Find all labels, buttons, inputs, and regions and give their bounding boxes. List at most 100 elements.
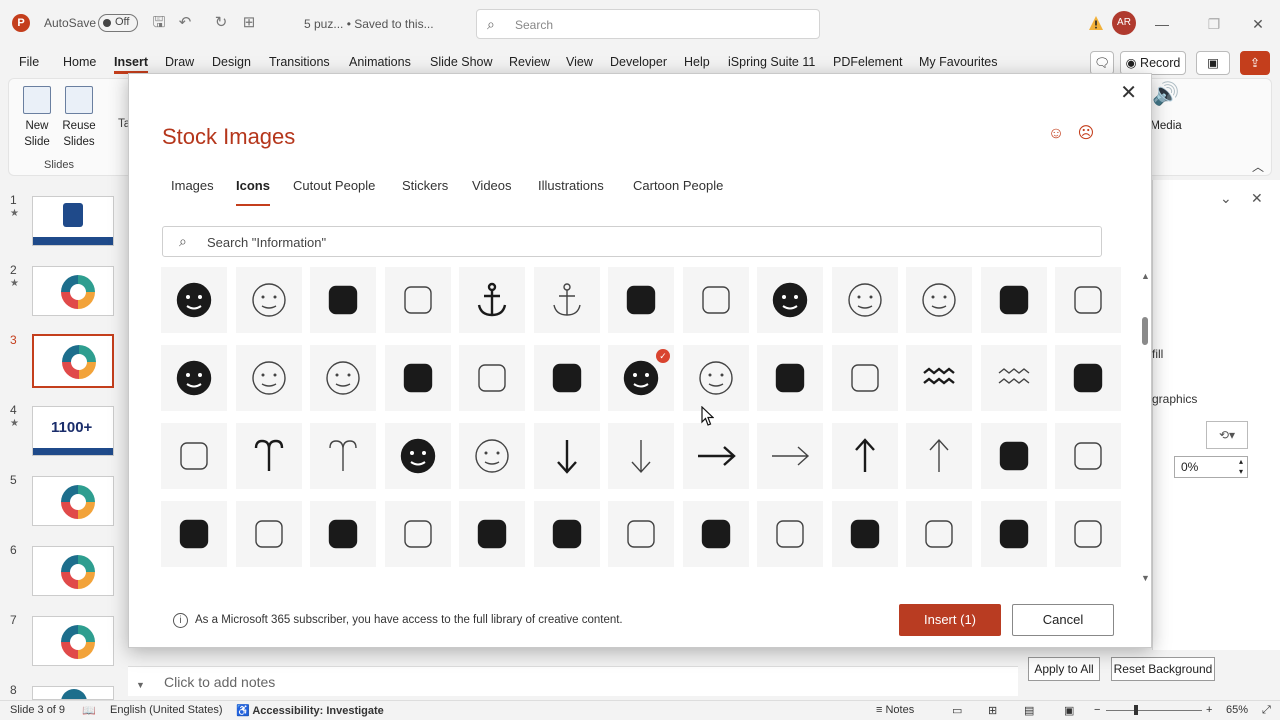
pagoda-filled-icon[interactable] <box>533 501 600 567</box>
refresh-arrows-outline-icon[interactable] <box>459 423 525 489</box>
ambulance-outline-icon[interactable] <box>384 267 451 333</box>
ant-outline-icon[interactable] <box>459 345 525 411</box>
frown-feedback-icon[interactable]: ☹ <box>1077 125 1095 143</box>
zoom-slider[interactable] <box>1106 710 1202 711</box>
close-window-icon[interactable]: ✕ <box>1248 14 1268 34</box>
reset-background-button[interactable]: Reset Background <box>1111 657 1215 681</box>
apple-outline-icon[interactable] <box>831 345 898 411</box>
menu-transitions[interactable]: Transitions <box>269 55 330 69</box>
language-status[interactable]: English (United States) <box>110 704 223 716</box>
bee-hand-outline-icon[interactable] <box>682 267 749 333</box>
zoom-level[interactable]: 65% <box>1226 704 1248 716</box>
arrow-right-filled-icon[interactable] <box>682 423 749 489</box>
bee-hand-filled-icon[interactable] <box>608 267 674 333</box>
pane-collapse-icon[interactable]: ⌄ <box>1220 190 1232 207</box>
ai-head-outline-icon[interactable] <box>1055 423 1121 489</box>
sad-face-outline-icon[interactable] <box>235 345 302 411</box>
artist-male-outline-icon[interactable] <box>384 501 451 567</box>
angry-face-filled-icon[interactable] <box>161 345 227 411</box>
menu-design[interactable]: Design <box>212 55 251 69</box>
zoom-in-icon[interactable]: + <box>1206 704 1212 716</box>
anchor-outline-icon[interactable] <box>533 267 600 333</box>
button-filled-icon[interactable] <box>161 267 227 333</box>
save-icon[interactable]: 🖫 <box>150 14 168 32</box>
architect-drawing-filled-icon[interactable] <box>1055 345 1121 411</box>
menu-animations[interactable]: Animations <box>349 55 411 69</box>
fit-slide-icon[interactable]: ⤢ <box>1262 704 1271 717</box>
redo-icon[interactable]: ↻ <box>212 14 230 32</box>
normal-view-icon[interactable]: ▭ <box>952 704 962 717</box>
annoyed-face-outline-icon[interactable] <box>310 345 376 411</box>
tab-stickers[interactable]: Stickers <box>402 178 448 193</box>
tab-cutout-people[interactable]: Cutout People <box>293 178 375 193</box>
climber-outline-icon[interactable] <box>906 501 972 567</box>
autosave-toggle[interactable]: Off <box>98 14 138 32</box>
arrow-up-filled-icon[interactable] <box>831 423 898 489</box>
title-search-input[interactable]: ⌕ Search <box>476 9 820 39</box>
antarctica-filled-icon[interactable] <box>533 345 600 411</box>
angry-cross-outline-icon[interactable] <box>1055 267 1121 333</box>
reuse-slides-button[interactable]: Reuse Slides <box>62 86 96 150</box>
close-icon[interactable]: ✕ <box>1120 80 1137 105</box>
icon-grid-scrollbar[interactable]: ▲ ▼ <box>1139 271 1151 583</box>
notes-area[interactable]: Click to add notes <box>128 666 1018 696</box>
insert-button[interactable]: Insert (1) <box>899 604 1001 636</box>
climber-filled-icon[interactable] <box>831 501 898 567</box>
slide-thumbnail-3[interactable] <box>32 334 114 388</box>
cancel-button[interactable]: Cancel <box>1012 604 1114 636</box>
ant-filled-icon[interactable] <box>384 345 451 411</box>
warning-icon[interactable] <box>1088 15 1104 31</box>
scrollbar-thumb[interactable] <box>1142 317 1148 345</box>
slideshow-icon[interactable]: ▣ <box>1064 704 1074 717</box>
slide-thumbnail-1[interactable] <box>32 196 114 246</box>
menu-help[interactable]: Help <box>684 55 710 69</box>
teams-present-icon[interactable]: ▣ <box>1196 51 1230 75</box>
accessibility-status[interactable]: ♿ Accessibility: Investigate <box>236 704 384 717</box>
apple-filled-icon[interactable] <box>757 345 823 411</box>
menu-insert[interactable]: Insert <box>114 55 149 74</box>
smile-face-filled-icon[interactable] <box>757 267 823 333</box>
artist-female-outline-icon[interactable] <box>235 501 302 567</box>
menu-pdfelement[interactable]: PDFelement <box>833 55 902 69</box>
zoom-slider-handle[interactable] <box>1134 705 1138 715</box>
smile-face-outline-icon[interactable] <box>831 267 898 333</box>
jumper-filled-icon[interactable] <box>980 501 1047 567</box>
jumper-outline-icon[interactable] <box>1055 501 1121 567</box>
shrine-gate-outline-icon[interactable] <box>757 501 823 567</box>
reading-view-icon[interactable]: ▤ <box>1024 704 1034 717</box>
apply-to-all-button[interactable]: Apply to All <box>1028 657 1100 681</box>
artist-male-filled-icon[interactable] <box>310 501 376 567</box>
scroll-down-icon[interactable]: ▼ <box>136 680 145 690</box>
transparency-spinner[interactable]: 0% ▴ ▾ <box>1174 456 1248 478</box>
zoom-out-icon[interactable]: − <box>1094 704 1100 716</box>
aquarius-filled-icon[interactable] <box>906 345 972 411</box>
media-button[interactable]: 🔊 Media <box>1148 83 1184 134</box>
slide-thumbnail-8[interactable] <box>32 686 114 700</box>
tab-cartoon-people[interactable]: Cartoon People <box>633 178 723 193</box>
tab-icons[interactable]: Icons <box>236 178 270 206</box>
button-outline-icon[interactable] <box>235 267 302 333</box>
document-title[interactable]: 5 puz... • Saved to this... <box>304 17 434 31</box>
spellcheck-icon[interactable]: 📖 <box>82 704 96 717</box>
notes-toggle[interactable]: ≡ Notes <box>876 704 914 716</box>
tab-illustrations[interactable]: Illustrations <box>538 178 604 193</box>
shrine-gate-filled-icon[interactable] <box>682 501 749 567</box>
refresh-arrows-filled-icon[interactable] <box>384 423 451 489</box>
present-icon[interactable]: ⊞ <box>240 14 258 32</box>
ambulance-filled-icon[interactable] <box>310 267 376 333</box>
slide-thumbnail-4[interactable]: 1100+ <box>32 406 114 456</box>
aquarius-outline-icon[interactable] <box>980 345 1047 411</box>
arrow-down-filled-icon[interactable] <box>533 423 600 489</box>
menu-developer[interactable]: Developer <box>610 55 667 69</box>
slide-thumbnail-5[interactable] <box>32 476 114 526</box>
menu-draw[interactable]: Draw <box>165 55 194 69</box>
fill-color-dropdown[interactable]: ⟲▾ <box>1206 421 1248 449</box>
anchor-filled-icon[interactable] <box>459 267 525 333</box>
slide-sorter-icon[interactable]: ⊞ <box>988 704 997 717</box>
ai-head-filled-icon[interactable] <box>980 423 1047 489</box>
new-slide-button[interactable]: New Slide <box>20 86 54 150</box>
collapse-ribbon-icon[interactable]: ︿ <box>1252 158 1264 175</box>
record-button[interactable]: ◉ Record <box>1120 51 1186 75</box>
shutter-outline-icon[interactable] <box>682 345 749 411</box>
slide-thumbnail-6[interactable] <box>32 546 114 596</box>
